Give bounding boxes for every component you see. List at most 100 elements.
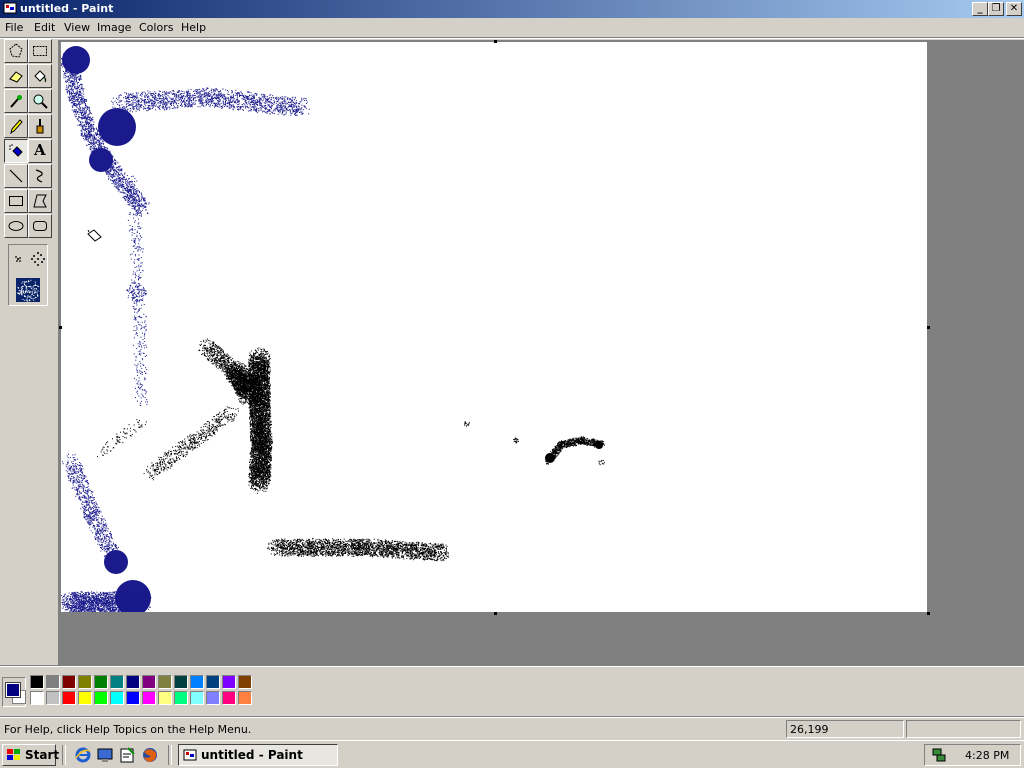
internet-explorer-icon[interactable] (74, 746, 92, 764)
select-icon (32, 43, 48, 59)
palette-color-swatch[interactable] (94, 691, 108, 705)
palette-color-swatch[interactable] (94, 675, 108, 689)
paint-app-icon (183, 748, 197, 762)
brush-icon (32, 118, 48, 134)
tool-line[interactable] (4, 164, 28, 188)
show-desktop-icon[interactable] (96, 746, 114, 764)
tool-free-form-select[interactable] (4, 39, 28, 63)
task-button-label: untitled - Paint (201, 748, 303, 762)
tool-rounded-rectangle[interactable] (28, 214, 52, 238)
status-separator (0, 716, 1024, 718)
palette-color-swatch[interactable] (238, 675, 252, 689)
tool-airbrush[interactable] (4, 139, 28, 163)
network-icon[interactable] (931, 747, 947, 763)
window-title: untitled - Paint (20, 2, 113, 15)
spray-large-option[interactable] (16, 278, 40, 302)
pick-color-icon (8, 93, 24, 109)
menu-help[interactable]: Help (181, 21, 206, 34)
palette-separator (0, 665, 1024, 667)
menu-edit[interactable]: Edit (34, 21, 55, 34)
palette-color-swatch[interactable] (222, 691, 236, 705)
palette-color-swatch[interactable] (62, 691, 76, 705)
palette-color-swatch[interactable] (190, 675, 204, 689)
rectangle-icon (8, 193, 24, 209)
palette-color-swatch[interactable] (174, 691, 188, 705)
palette-color-swatch[interactable] (158, 675, 172, 689)
palette-color-swatch[interactable] (142, 675, 156, 689)
palette-color-swatch[interactable] (238, 691, 252, 705)
menu-file[interactable]: File (5, 21, 23, 34)
status-bar: For Help, click Help Topics on the Help … (0, 719, 1024, 739)
palette-color-swatch[interactable] (222, 675, 236, 689)
media-icon[interactable] (118, 746, 136, 764)
tool-box: A (0, 39, 58, 665)
palette-color-swatch[interactable] (30, 675, 44, 689)
free-form-select-icon (8, 43, 24, 59)
tool-eraser[interactable] (4, 64, 28, 88)
foreground-color-box (6, 683, 20, 697)
palette-color-swatch[interactable] (110, 675, 124, 689)
tool-fill[interactable] (28, 64, 52, 88)
palette-color-swatch[interactable] (142, 691, 156, 705)
close-button[interactable]: ✕ (1006, 2, 1022, 16)
system-tray: 4:28 PM (924, 744, 1021, 766)
spray-small-icon[interactable] (12, 253, 24, 265)
resize-handle-left (59, 326, 62, 329)
drawing-canvas[interactable] (61, 42, 927, 612)
palette-color-swatch[interactable] (78, 675, 92, 689)
line-icon (8, 168, 24, 184)
clock[interactable]: 4:28 PM (965, 749, 1009, 762)
text-icon: A (34, 141, 46, 159)
menu-separator (0, 37, 1024, 39)
rounded-rectangle-icon (32, 218, 48, 234)
tool-polygon[interactable] (28, 189, 52, 213)
canvas-drawing (61, 42, 927, 612)
polygon-icon (32, 193, 48, 209)
palette-color-swatch[interactable] (190, 691, 204, 705)
palette-color-swatch[interactable] (206, 691, 220, 705)
taskbar-divider-2 (168, 745, 172, 765)
palette-color-swatch[interactable] (126, 691, 140, 705)
palette-color-swatch[interactable] (158, 691, 172, 705)
tool-pencil[interactable] (4, 114, 28, 138)
tool-magnifier[interactable] (28, 89, 52, 113)
resize-handle-bottom[interactable] (494, 612, 497, 615)
restore-button[interactable]: ❐ (988, 2, 1004, 16)
palette-color-swatch[interactable] (62, 675, 76, 689)
paint-app-icon (3, 1, 17, 15)
palette-color-swatch[interactable] (110, 691, 124, 705)
tool-rectangle[interactable] (4, 189, 28, 213)
resize-handle-right[interactable] (927, 326, 930, 329)
tool-text[interactable]: A (28, 139, 52, 163)
start-button[interactable]: Start (2, 744, 56, 766)
palette-color-swatch[interactable] (46, 675, 60, 689)
tool-select[interactable] (28, 39, 52, 63)
pencil-icon (8, 118, 24, 134)
taskbar-divider (62, 745, 66, 765)
tool-curve[interactable] (28, 164, 52, 188)
palette-color-swatch[interactable] (126, 675, 140, 689)
palette-color-swatch[interactable] (206, 675, 220, 689)
status-selection-size (906, 720, 1021, 738)
resize-handle-top (494, 40, 497, 43)
spray-medium-icon[interactable] (29, 250, 47, 268)
resize-handle-corner[interactable] (927, 612, 930, 615)
tool-options (8, 244, 48, 306)
menu-colors[interactable]: Colors (139, 21, 173, 34)
palette-color-swatch[interactable] (174, 675, 188, 689)
palette-color-swatch[interactable] (30, 691, 44, 705)
eraser-icon (8, 68, 24, 84)
current-colors (2, 677, 26, 707)
task-button-paint[interactable]: untitled - Paint (178, 744, 338, 766)
palette-color-swatch[interactable] (78, 691, 92, 705)
palette-color-swatch[interactable] (46, 691, 60, 705)
tool-pick-color[interactable] (4, 89, 28, 113)
firefox-icon[interactable] (141, 746, 159, 764)
status-coordinates: 26,199 (786, 720, 904, 738)
menu-image[interactable]: Image (97, 21, 131, 34)
minimize-button[interactable]: _ (972, 2, 988, 16)
tool-brush[interactable] (28, 114, 52, 138)
menu-view[interactable]: View (64, 21, 90, 34)
tool-ellipse[interactable] (4, 214, 28, 238)
curve-icon (32, 168, 48, 184)
